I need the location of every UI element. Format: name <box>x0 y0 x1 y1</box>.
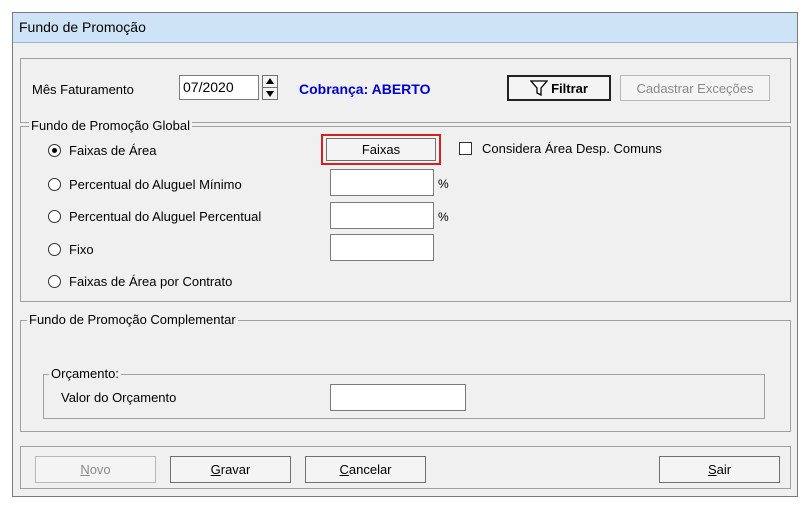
fixo-input[interactable] <box>330 234 434 261</box>
cadastrar-excecoes-label: Cadastrar Exceções <box>636 80 754 96</box>
sair-button[interactable]: Sair <box>659 456 780 483</box>
percent-symbol-2: % <box>438 210 449 224</box>
cancelar-button[interactable]: Cancelar <box>305 456 426 483</box>
radio-faixas-area[interactable] <box>48 144 61 157</box>
window-title: Fundo de Promoção <box>19 19 146 35</box>
novo-label: Novo <box>80 462 111 477</box>
month-spinner[interactable] <box>262 75 278 100</box>
radio-faixas-contrato[interactable] <box>48 275 61 288</box>
gravar-button[interactable]: Gravar <box>170 456 291 483</box>
mes-faturamento-label: Mês Faturamento <box>32 82 134 97</box>
percent-symbol-1: % <box>438 177 449 191</box>
cadastrar-excecoes-button[interactable]: Cadastrar Exceções <box>620 75 770 101</box>
valor-orcamento-input[interactable] <box>330 384 466 411</box>
filtrar-button[interactable]: Filtrar <box>507 75 611 101</box>
cancelar-label: Cancelar <box>339 462 392 477</box>
filter-icon <box>530 80 549 96</box>
filtrar-label: Filtrar <box>551 80 588 96</box>
radio-percentual-percentual[interactable] <box>48 210 61 223</box>
radio-faixas-contrato-label[interactable]: Faixas de Área por Contrato <box>69 274 232 290</box>
mes-faturamento-value: 07/2020 <box>183 79 234 95</box>
valor-orcamento-label: Valor do Orçamento <box>61 390 177 405</box>
spin-down-icon[interactable] <box>266 91 274 97</box>
considera-area-checkbox[interactable] <box>459 142 472 155</box>
mes-faturamento-input[interactable]: 07/2020 <box>179 75 259 100</box>
spin-up-icon[interactable] <box>266 78 274 84</box>
sair-label: Sair <box>707 462 732 477</box>
considera-area-label[interactable]: Considera Área Desp. Comuns <box>482 141 662 157</box>
radio-percentual-minimo-label[interactable]: Percentual do Aluguel Mínimo <box>69 177 242 193</box>
percentual-percentual-input[interactable] <box>330 202 434 229</box>
novo-button[interactable]: Novo <box>35 456 156 483</box>
complementar-legend: Fundo de Promoção Complementar <box>27 312 238 327</box>
radio-fixo[interactable] <box>48 243 61 256</box>
radio-fixo-label[interactable]: Fixo <box>69 242 94 258</box>
title-bar: Fundo de Promoção <box>13 13 797 43</box>
faixas-button-label: Faixas <box>361 142 401 157</box>
promotion-fund-window: Fundo de Promoção Mês Faturamento 07/202… <box>12 12 798 497</box>
cobranca-status: Cobrança: ABERTO <box>299 81 431 97</box>
radio-percentual-minimo[interactable] <box>48 178 61 191</box>
orcamento-legend: Orçamento: <box>49 366 121 381</box>
gravar-label: Gravar <box>210 462 251 477</box>
radio-percentual-percentual-label[interactable]: Percentual do Aluguel Percentual <box>69 209 261 225</box>
faixas-button[interactable]: Faixas <box>321 134 441 165</box>
radio-faixas-area-label[interactable]: Faixas de Área <box>69 143 156 159</box>
percentual-minimo-input[interactable] <box>330 169 434 196</box>
global-legend: Fundo de Promoção Global <box>29 118 192 133</box>
